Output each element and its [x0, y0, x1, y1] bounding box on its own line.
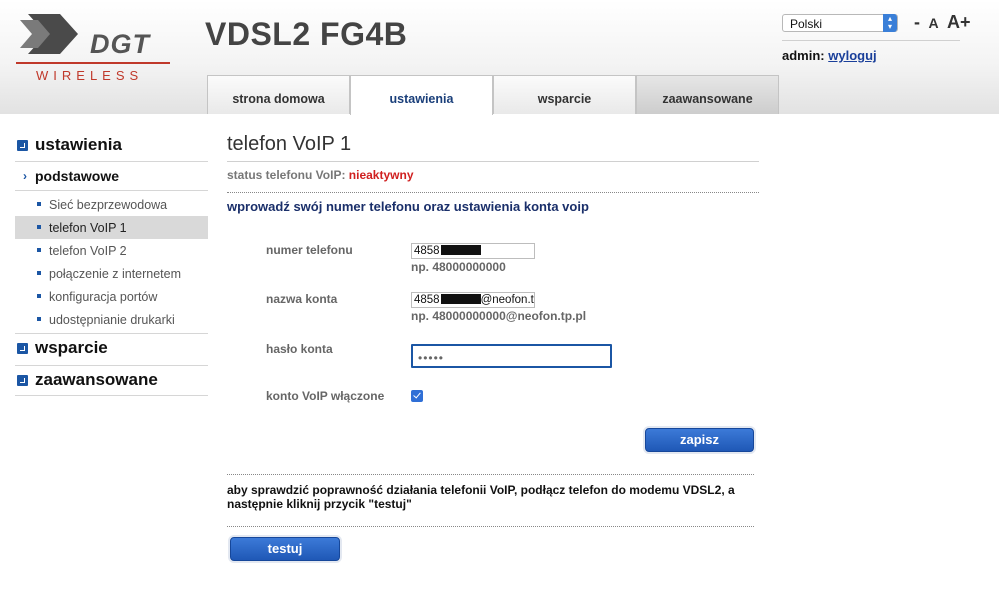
dotted-divider — [227, 474, 754, 475]
sidebar-item-internet[interactable]: połączenie z internetem — [15, 262, 208, 285]
voip-status: status telefonu VoIP: nieaktywny — [227, 168, 759, 188]
sidebar-item-voip1[interactable]: telefon VoIP 1 — [15, 216, 208, 239]
font-increase-button[interactable]: A+ — [947, 12, 971, 33]
dotted-divider — [227, 192, 759, 193]
phone-number-hint: np. 48000000000 — [411, 260, 506, 274]
chevron-right-icon: › — [23, 169, 27, 183]
save-button[interactable]: zapisz — [645, 428, 754, 452]
bullet-icon — [37, 225, 41, 229]
tab-home[interactable]: strona domowa — [207, 75, 350, 114]
section-title: wprowadź swój numer telefonu oraz ustawi… — [227, 199, 589, 214]
phone-number-label: numer telefonu — [266, 243, 353, 257]
font-normal-button[interactable]: A — [928, 15, 938, 31]
logout-link[interactable]: wyloguj — [828, 48, 876, 63]
sidebar-item-label: konfiguracja portów — [49, 290, 158, 304]
sidebar-section-label: zaawansowane — [35, 370, 158, 389]
status-label: status telefonu VoIP: — [227, 168, 346, 182]
sidebar-section-label: wsparcie — [35, 338, 108, 357]
redacted-block — [440, 245, 481, 255]
sidebar-section-settings[interactable]: ustawienia — [15, 133, 208, 162]
font-decrease-button[interactable]: - — [914, 12, 920, 33]
status-value: nieaktywny — [348, 168, 414, 182]
tab-advanced[interactable]: zaawansowane — [636, 75, 779, 114]
account-name-hint: np. 48000000000@neofon.tp.pl — [411, 309, 587, 323]
arrow-square-icon — [17, 140, 28, 151]
select-arrows-icon: ▴ ▾ — [883, 14, 897, 32]
account-name-input[interactable]: 4858 @neofon.t — [411, 292, 535, 308]
sidebar-section-advanced[interactable]: zaawansowane — [15, 366, 208, 396]
admin-line: admin: wyloguj — [782, 48, 877, 63]
sidebar-item-printer[interactable]: udostępnianie drukarki — [15, 308, 208, 334]
voip-enabled-label: konto VoIP włączone — [266, 389, 385, 403]
bullet-icon — [37, 294, 41, 298]
sidebar-item-label: Sieć bezprzewodowa — [49, 198, 168, 212]
device-title: VDSL2 FG4B — [205, 16, 408, 52]
language-select[interactable]: Polski ▴ ▾ — [782, 14, 898, 32]
sidebar-item-label: telefon VoIP 1 — [49, 221, 127, 235]
phone-number-value: 4858 — [414, 245, 440, 257]
dgt-arrow-icon — [20, 14, 78, 54]
bullet-icon — [37, 248, 41, 252]
title-divider — [227, 161, 759, 162]
test-button[interactable]: testuj — [230, 537, 340, 561]
sidebar-item-ports[interactable]: konfiguracja portów — [15, 285, 208, 308]
tab-settings[interactable]: ustawienia — [350, 75, 493, 115]
bullet-icon — [37, 202, 41, 206]
sidebar: ustawienia › podstawowe Sieć bezprzewodo… — [15, 133, 208, 396]
header-divider — [782, 40, 960, 41]
sidebar-item-label: udostępnianie drukarki — [49, 313, 175, 327]
redacted-block — [440, 294, 481, 304]
sidebar-section-support[interactable]: wsparcie — [15, 334, 208, 366]
account-name-domain: @neofon.t — [480, 294, 534, 306]
dotted-divider — [227, 526, 754, 527]
bullet-icon — [37, 317, 41, 321]
page-title: telefon VoIP 1 — [227, 133, 352, 155]
bullet-icon — [37, 271, 41, 275]
password-label: hasło konta — [266, 342, 333, 356]
logo-text: DGT — [90, 29, 150, 59]
account-name-value: 4858 — [414, 294, 440, 306]
language-select-value: Polski — [790, 17, 823, 31]
account-name-label: nazwa konta — [266, 292, 338, 306]
dgt-logo[interactable]: DGT WIRELESS — [16, 12, 174, 88]
sidebar-subsection-label: podstawowe — [35, 168, 120, 184]
arrow-square-icon — [17, 375, 28, 386]
font-size-controls: - A A+ — [914, 12, 975, 33]
sidebar-item-voip2[interactable]: telefon VoIP 2 — [15, 239, 208, 262]
voip-enabled-checkbox[interactable] — [411, 390, 423, 402]
header: DGT WIRELESS VDSL2 FG4B Polski ▴ ▾ - A A+… — [0, 0, 999, 115]
password-input[interactable]: ••••• — [411, 344, 612, 368]
sidebar-section-label: ustawienia — [35, 135, 122, 154]
main-tabs: strona domowa ustawienia wsparcie zaawan… — [207, 75, 779, 115]
tab-support[interactable]: wsparcie — [493, 75, 636, 114]
phone-number-input[interactable]: 4858 — [411, 243, 535, 259]
main-content: telefon VoIP 1 status telefonu VoIP: nie… — [227, 133, 759, 561]
logo-subtext: WIRELESS — [36, 68, 144, 83]
sidebar-item-label: telefon VoIP 2 — [49, 244, 127, 258]
test-instructions: aby sprawdzić poprawność działania telef… — [227, 483, 735, 511]
logo-underline — [16, 62, 170, 64]
admin-label: admin: — [782, 48, 825, 63]
sidebar-subsection-basic[interactable]: › podstawowe — [15, 162, 208, 191]
sidebar-item-label: połączenie z internetem — [49, 267, 182, 281]
arrow-square-icon — [17, 343, 28, 354]
sidebar-item-wireless[interactable]: Sieć bezprzewodowa — [15, 193, 208, 216]
